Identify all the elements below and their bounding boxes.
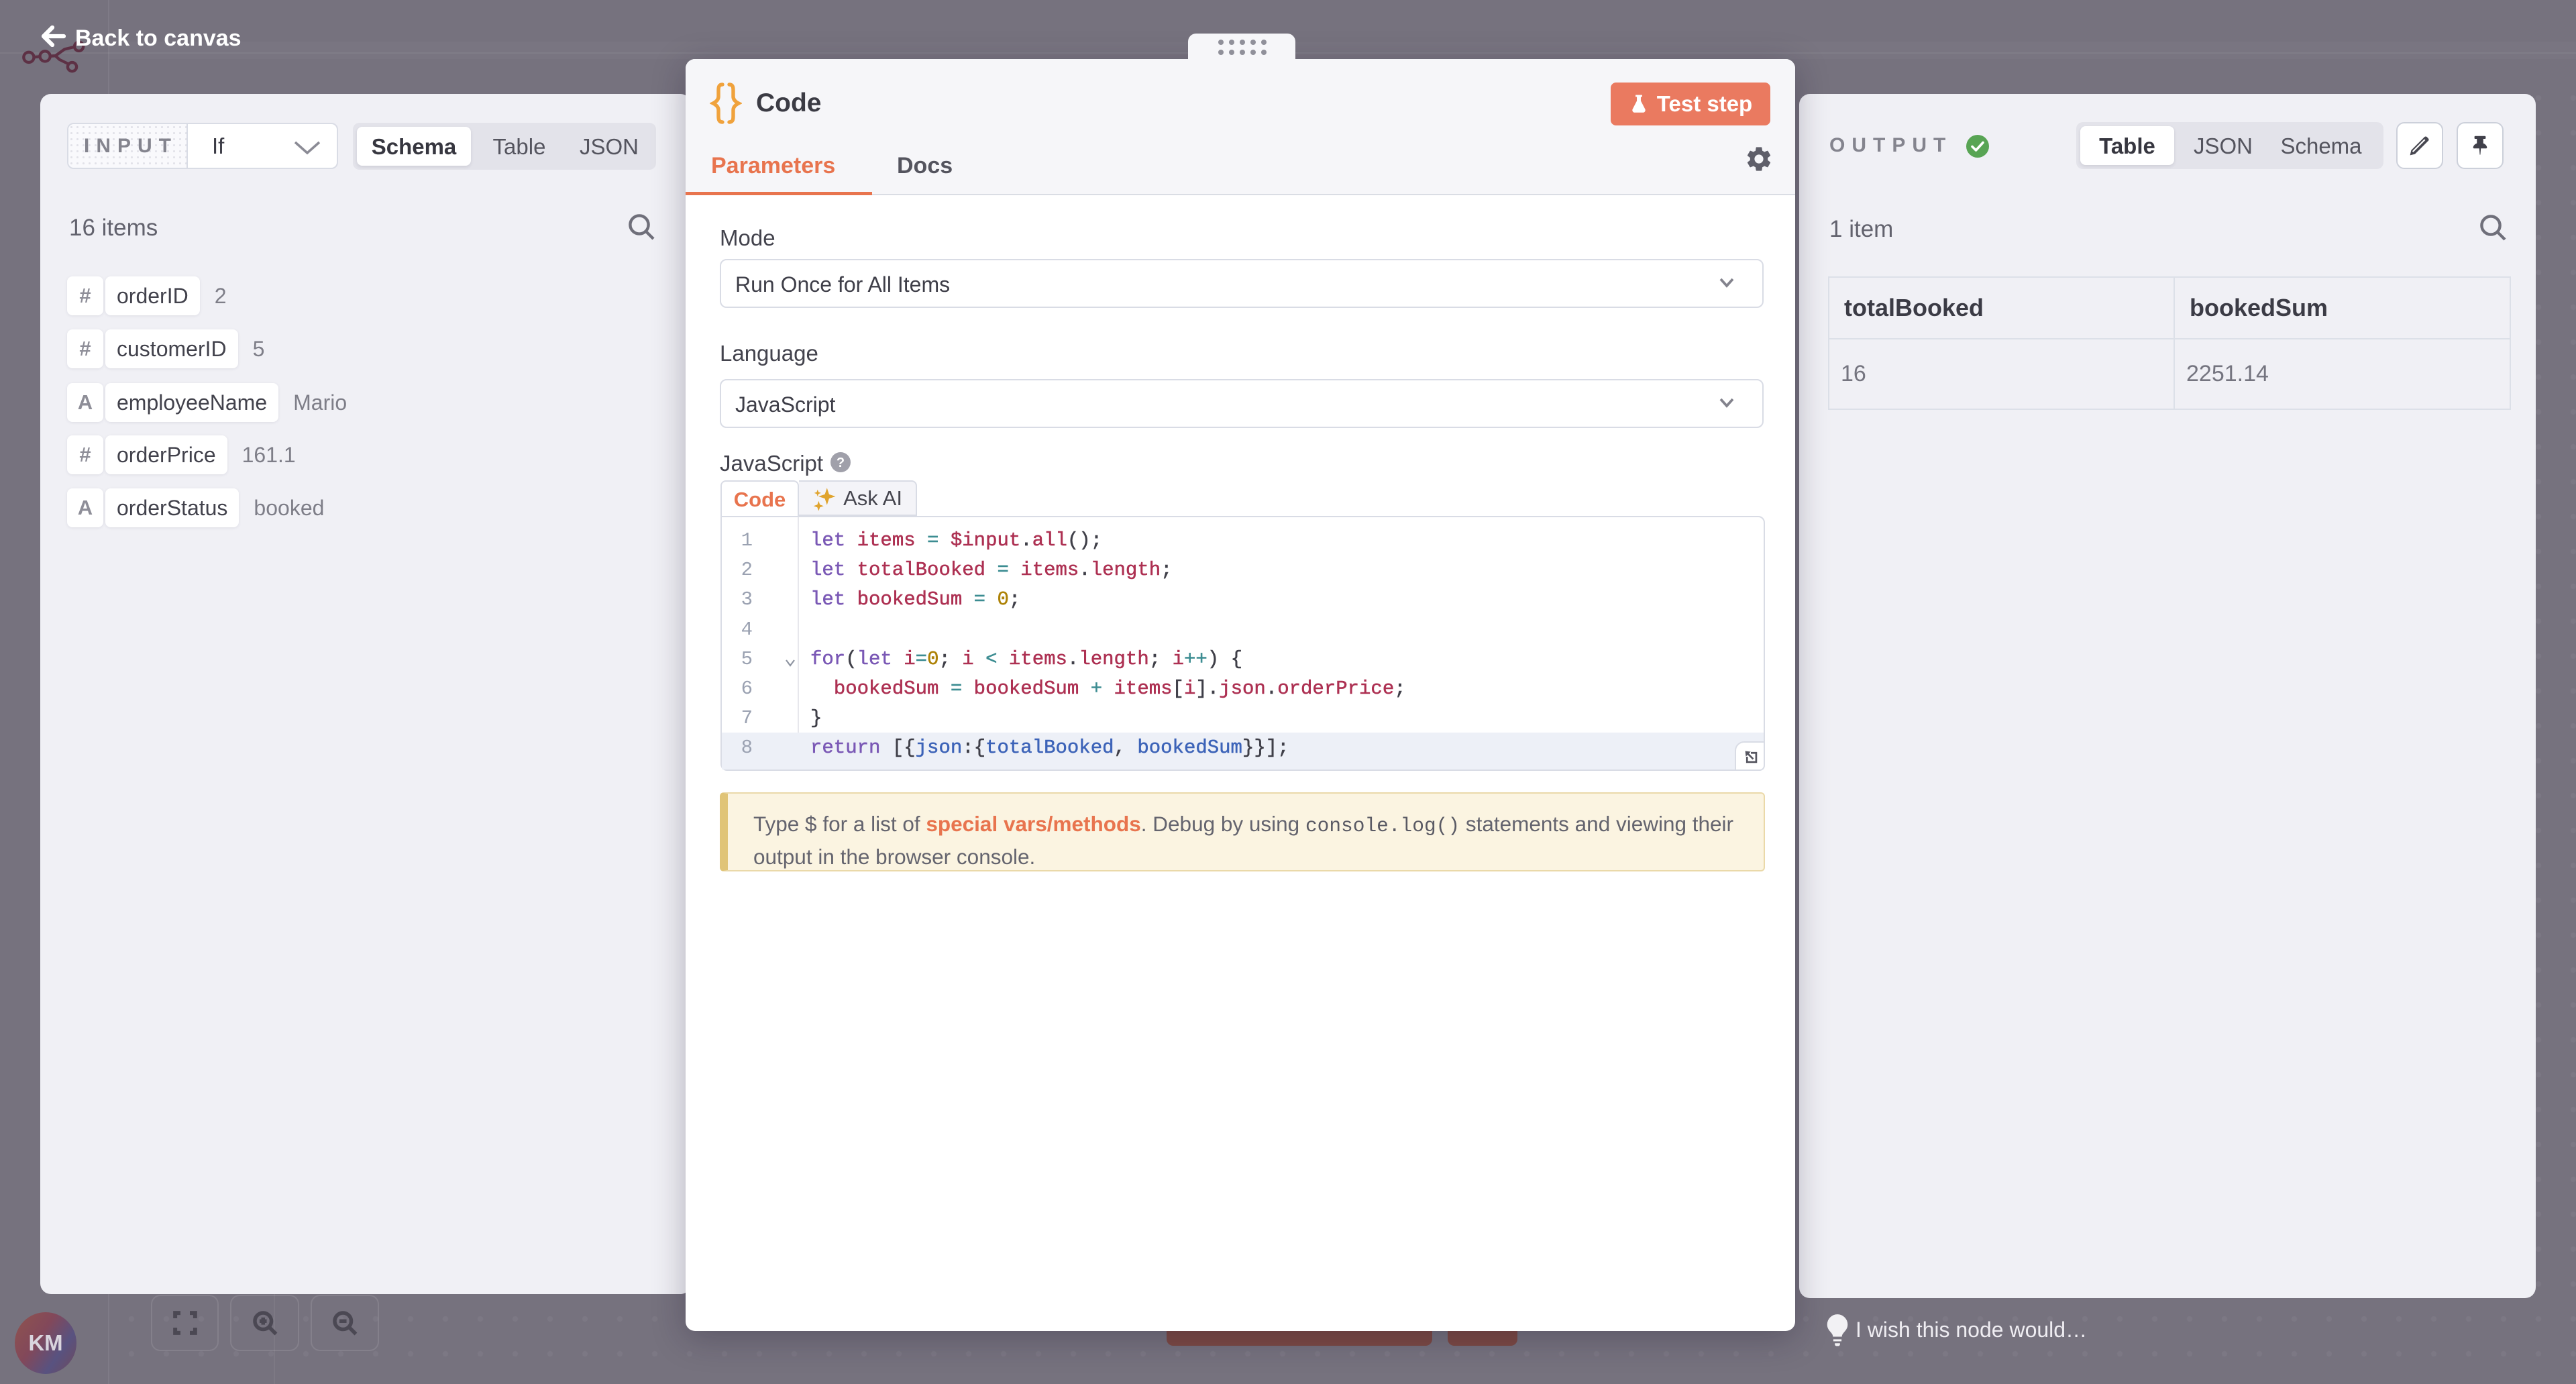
svg-text:?: ? xyxy=(837,456,845,470)
